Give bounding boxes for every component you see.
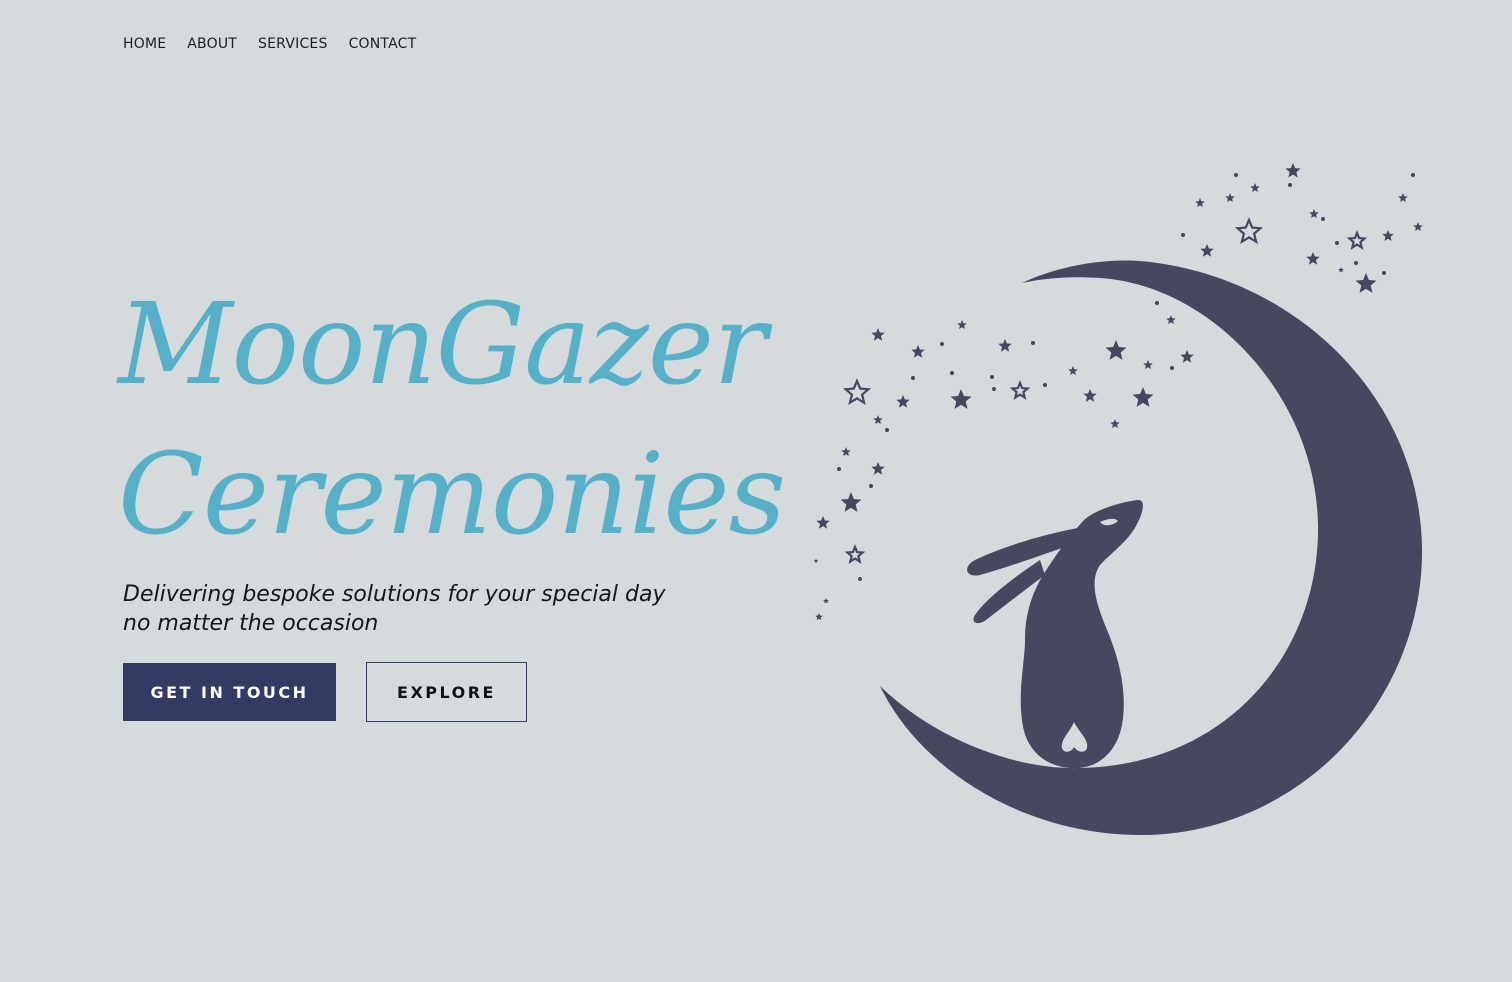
star-icon xyxy=(816,516,830,529)
hero-tagline: Delivering bespoke solutions for your sp… xyxy=(123,580,763,638)
star-dot xyxy=(950,371,954,375)
outline-star-icon xyxy=(842,378,872,406)
star-icon xyxy=(1195,198,1205,207)
star-icon xyxy=(871,328,885,341)
nav-about-link[interactable]: ABOUT xyxy=(187,35,237,53)
star-dot xyxy=(1234,173,1238,177)
star-icon xyxy=(998,339,1012,352)
star-icon xyxy=(1132,387,1154,407)
star-icon xyxy=(1355,273,1377,293)
star-icon xyxy=(1105,340,1127,360)
star-icon xyxy=(1306,252,1320,265)
star-dot xyxy=(858,577,862,581)
nav-services-link[interactable]: SERVICES xyxy=(258,35,328,53)
star-dot xyxy=(1181,233,1185,237)
star-dot xyxy=(837,467,841,471)
outline-star-icon xyxy=(1234,217,1264,245)
star-dot xyxy=(1288,183,1292,187)
main-nav: HOME ABOUT SERVICES CONTACT xyxy=(123,35,437,53)
star-icon xyxy=(1110,419,1120,428)
hero-title-line-2: Ceremonies xyxy=(118,430,786,560)
nav-home-link[interactable]: HOME xyxy=(123,35,166,53)
star-dot xyxy=(1382,271,1386,275)
star-icon xyxy=(957,320,967,329)
star-dot xyxy=(1031,341,1035,345)
star-icon xyxy=(871,462,885,475)
nav-contact-link[interactable]: CONTACT xyxy=(349,35,417,53)
star-icon xyxy=(1398,193,1408,202)
star-dot xyxy=(1321,217,1325,221)
star-icon xyxy=(823,598,829,604)
star-icon xyxy=(896,395,910,408)
moon-gazing-hare-logo xyxy=(814,163,1423,835)
star-icon xyxy=(1225,193,1235,202)
star-icon xyxy=(1338,267,1344,273)
star-icon xyxy=(1309,209,1319,218)
star-dot xyxy=(814,559,818,563)
star-dot xyxy=(940,342,944,346)
star-icon xyxy=(841,447,851,456)
star-icon xyxy=(1166,315,1176,324)
star-dot xyxy=(1411,173,1415,177)
star-dot xyxy=(911,376,915,380)
tagline-line-1: Delivering bespoke solutions for your sp… xyxy=(123,582,666,607)
outline-star-icon xyxy=(1009,380,1031,400)
star-dot xyxy=(990,375,994,379)
outline-star-icon xyxy=(1346,230,1368,250)
star-dot xyxy=(1155,301,1159,305)
star-icon xyxy=(1200,244,1214,257)
star-icon xyxy=(1250,183,1260,192)
star-icon xyxy=(1382,230,1394,241)
star-icon xyxy=(950,389,972,409)
hero-title-line-1: MoonGazer xyxy=(118,280,767,410)
star-icon xyxy=(1413,222,1423,231)
star-icon xyxy=(1180,350,1194,363)
star-dot xyxy=(1335,241,1339,245)
star-icon xyxy=(1083,389,1097,402)
star-icon xyxy=(840,492,862,512)
outline-star-icon xyxy=(844,544,866,564)
star-icon xyxy=(911,345,925,358)
star-icon xyxy=(1143,360,1153,369)
page: HOME ABOUT SERVICES CONTACT MoonGazer Ce… xyxy=(0,0,1512,982)
star-dot xyxy=(869,484,873,488)
tagline-line-2: no matter the occasion xyxy=(123,611,379,636)
star-icon xyxy=(815,613,823,621)
star-dot xyxy=(992,387,996,391)
star-icon xyxy=(1285,163,1301,178)
star-dot xyxy=(1043,383,1047,387)
hero-title: MoonGazer Ceremonies xyxy=(118,270,786,570)
star-dot xyxy=(885,428,889,432)
star-icon xyxy=(873,415,883,424)
star-dot xyxy=(1354,261,1358,265)
star-icon xyxy=(1068,366,1078,375)
get-in-touch-button[interactable]: GET IN TOUCH xyxy=(123,663,336,721)
explore-button[interactable]: EXPLORE xyxy=(366,662,527,722)
crescent-moon-icon xyxy=(880,260,1423,835)
hare-icon xyxy=(967,500,1143,769)
star-dot xyxy=(1170,366,1174,370)
